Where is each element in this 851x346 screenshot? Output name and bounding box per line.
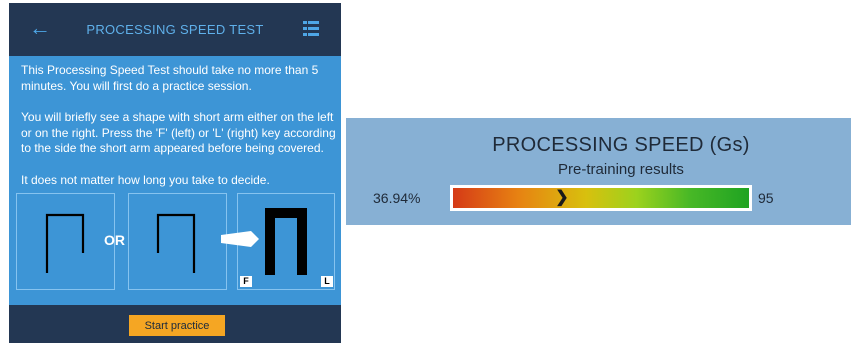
- or-label: OR: [104, 232, 125, 248]
- list-menu-icon[interactable]: [303, 21, 319, 37]
- processing-speed-test-screen: ← PROCESSING SPEED TEST This Processing …: [9, 3, 341, 343]
- key-f-badge: F: [240, 276, 252, 287]
- chevron-right-icon: ❯: [555, 189, 569, 206]
- mask-shape-icon: [264, 207, 308, 275]
- instruction-paragraph-1: This Processing Speed Test should take n…: [21, 63, 319, 93]
- results-panel: PROCESSING SPEED (Gs) Pre-training resul…: [346, 118, 851, 225]
- score-bar: ❯: [450, 185, 752, 211]
- footer-bar: Start practice: [9, 305, 341, 343]
- percentile-label: 36.94%: [373, 190, 421, 206]
- instructions: This Processing Speed Test should take n…: [21, 63, 337, 204]
- instruction-paragraph-3: It does not matter how long you take to …: [21, 172, 270, 187]
- app-header: ← PROCESSING SPEED TEST: [9, 3, 341, 56]
- key-l-badge: L: [321, 276, 333, 287]
- instruction-paragraph-2: You will briefly see a shape with short …: [21, 110, 336, 155]
- results-subtitle: Pre-training results: [558, 161, 684, 178]
- start-practice-button[interactable]: Start practice: [129, 315, 225, 336]
- back-arrow-icon[interactable]: ←: [29, 17, 51, 39]
- arrow-right-icon: [221, 231, 259, 252]
- score-bar-gradient: ❯: [453, 188, 749, 208]
- app-title: PROCESSING SPEED TEST: [86, 22, 264, 37]
- results-title: PROCESSING SPEED (Gs): [492, 134, 750, 156]
- max-score-label: 95: [758, 190, 774, 206]
- shape-short-arm-left-icon: [156, 213, 196, 275]
- shape-short-arm-right-icon: [45, 213, 85, 275]
